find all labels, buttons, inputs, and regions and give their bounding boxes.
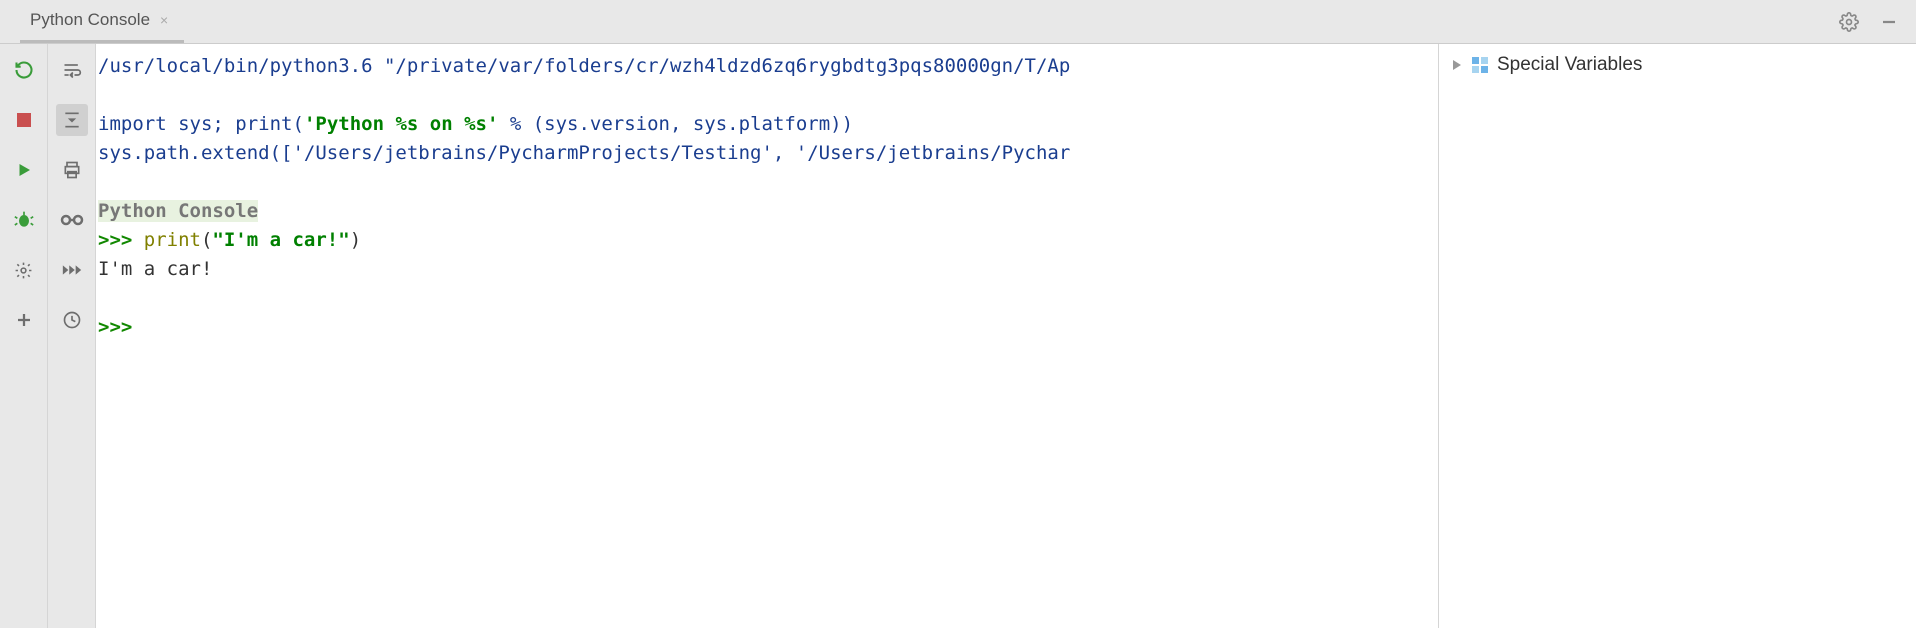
print-icon[interactable]: [56, 154, 88, 186]
console-line: import sys; print('Python %s on %s' % (s…: [98, 113, 853, 135]
console-output-line: I'm a car!: [98, 258, 212, 280]
special-variables-row[interactable]: Special Variables: [1451, 54, 1904, 76]
minimize-icon[interactable]: [1874, 7, 1904, 37]
debug-icon[interactable]: [8, 204, 40, 236]
history-forward-icon[interactable]: [56, 254, 88, 286]
close-tab-icon[interactable]: ×: [160, 12, 168, 28]
run-icon[interactable]: [8, 154, 40, 186]
panel-body: /usr/local/bin/python3.6 "/private/var/f…: [0, 44, 1916, 628]
settings-cog-icon[interactable]: [8, 254, 40, 286]
show-variables-icon[interactable]: [56, 204, 88, 236]
history-icon[interactable]: [56, 304, 88, 336]
stop-icon[interactable]: [8, 104, 40, 136]
vars-icon: [1471, 56, 1489, 74]
console-prompt: >>>: [98, 316, 144, 338]
scroll-to-end-icon[interactable]: [56, 104, 88, 136]
left-toolbar: [0, 44, 48, 628]
console-heading: Python Console: [98, 200, 258, 222]
console-line: >>> print("I'm a car!"): [98, 229, 361, 251]
console-output[interactable]: /usr/local/bin/python3.6 "/private/var/f…: [96, 44, 1438, 628]
console-line: sys.path.extend(['/Users/jetbrains/Pycha…: [98, 142, 1070, 164]
python-console-panel: Python Console ×: [0, 0, 1916, 628]
console-toolbar: [48, 44, 96, 628]
tab-bar: Python Console ×: [0, 0, 1916, 44]
tab-python-console[interactable]: Python Console ×: [20, 0, 184, 43]
tab-label: Python Console: [30, 10, 150, 30]
gear-icon[interactable]: [1834, 7, 1864, 37]
console-line: /usr/local/bin/python3.6 "/private/var/f…: [98, 55, 1070, 77]
soft-wrap-icon[interactable]: [56, 54, 88, 86]
expand-arrow-icon[interactable]: [1451, 59, 1463, 71]
rerun-icon[interactable]: [8, 54, 40, 86]
vars-title: Special Variables: [1497, 54, 1642, 76]
variables-panel: Special Variables: [1438, 44, 1916, 628]
add-icon[interactable]: [8, 304, 40, 336]
